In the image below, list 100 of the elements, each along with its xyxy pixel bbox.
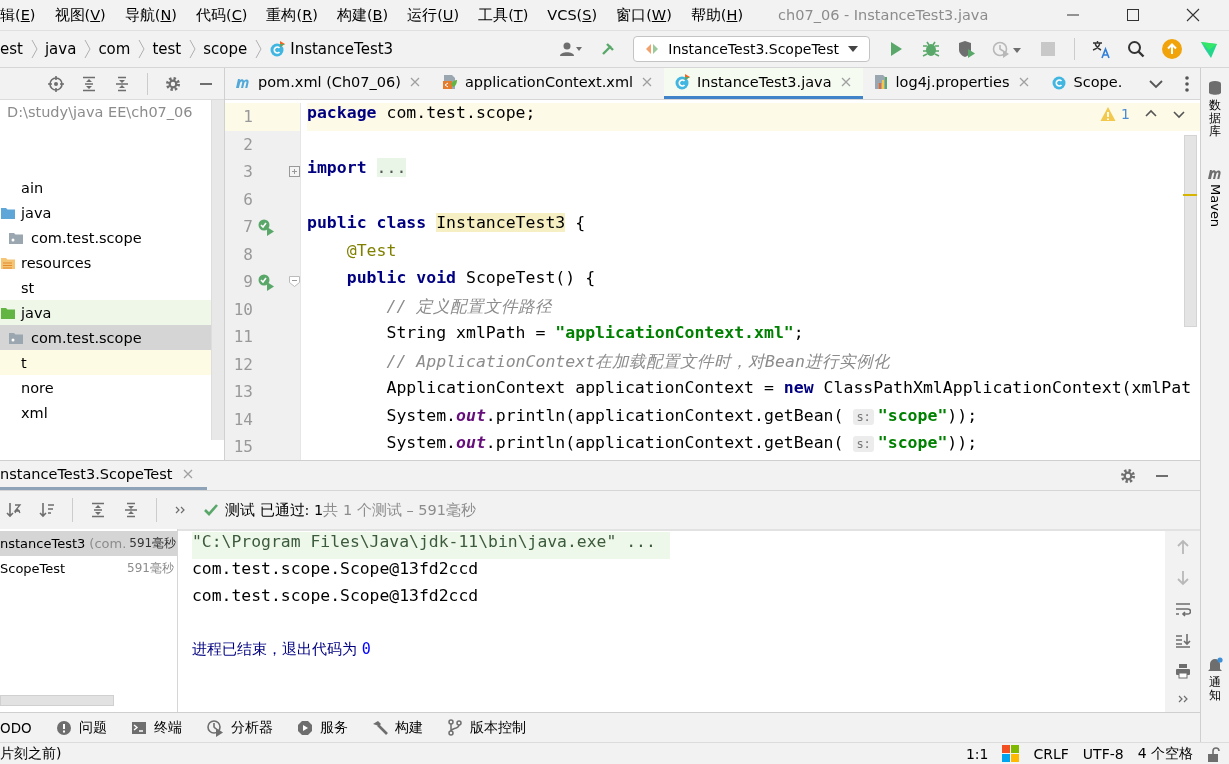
tool-window-tab[interactable]: 服务	[296, 718, 361, 737]
breadcrumb[interactable]: java	[44, 40, 77, 58]
breadcrumb[interactable]: com	[98, 40, 131, 58]
soft-wrap-icon[interactable]	[1174, 601, 1191, 617]
menu-item[interactable]: 视图(V)	[54, 5, 106, 25]
editor-tab[interactable]: log4j.properties	[862, 68, 1041, 99]
sort-duration-icon[interactable]	[39, 502, 55, 518]
profiler-icon	[205, 718, 224, 737]
tree-item[interactable]: nore	[0, 375, 212, 400]
menu-item[interactable]: VCS(S)	[547, 7, 598, 23]
scrollbar[interactable]	[1184, 135, 1197, 327]
tree-item[interactable]: xml	[0, 400, 212, 425]
fold-collapse-icon[interactable]	[289, 276, 300, 288]
tool-window-tab[interactable]: ODO	[0, 719, 45, 736]
hammer-icon	[371, 719, 388, 736]
scrollbar[interactable]	[211, 100, 224, 440]
code-line: // 定义配置文件路径	[385, 295, 554, 318]
breadcrumb[interactable]: test	[152, 40, 182, 58]
tool-window-tab[interactable]: 终端	[130, 718, 195, 737]
tree-item[interactable]: com.test.scope	[0, 225, 212, 250]
expand-all-icon[interactable]	[81, 75, 97, 92]
run-test-icon[interactable]	[256, 217, 275, 236]
tool-window-tab[interactable]: 数据库	[1207, 80, 1223, 139]
line-separator[interactable]: CRLF	[1033, 745, 1069, 762]
tree-item[interactable]: java	[0, 200, 212, 225]
indent-setting[interactable]: 4 个空格	[1137, 744, 1193, 763]
tool-window-tab[interactable]: 构建	[371, 718, 436, 737]
code-line: ApplicationContext applicationContext = new ClassPathXmlApplicationContext(xmlPat	[385, 378, 1193, 399]
run-tab[interactable]: nstanceTest3.ScopeTest	[0, 461, 207, 490]
breadcrumb[interactable]: InstanceTest3	[269, 40, 394, 58]
class-icon	[674, 74, 691, 90]
editor-tab[interactable]: Scope.	[1040, 68, 1133, 99]
translate-icon[interactable]	[1092, 39, 1110, 59]
menu-item[interactable]: 运行(U)	[407, 5, 460, 25]
more-actions-icon[interactable]	[1176, 694, 1189, 704]
tree-item[interactable]: st	[0, 275, 212, 300]
line-number: 7	[242, 217, 253, 237]
debug-icon[interactable]	[922, 40, 940, 58]
scroll-to-end-icon[interactable]	[1174, 632, 1191, 648]
class-icon	[1050, 74, 1067, 90]
breadcrumb[interactable]: scope	[203, 40, 248, 58]
fold-expand-icon[interactable]	[289, 166, 300, 178]
breadcrumb[interactable]: est	[0, 40, 23, 58]
warning-marker[interactable]	[1183, 194, 1197, 196]
menu-item[interactable]: 工具(T)	[478, 5, 529, 25]
search-icon[interactable]	[1127, 40, 1145, 58]
editor-tab[interactable]: applicationContext.xml	[431, 68, 665, 99]
more-icon[interactable]	[1184, 74, 1190, 93]
collapse-all-icon[interactable]	[123, 502, 139, 518]
print-icon[interactable]	[1174, 663, 1191, 679]
sort-alpha-icon[interactable]	[6, 502, 22, 518]
close-icon[interactable]	[1185, 7, 1201, 23]
windows-icon[interactable]	[1002, 745, 1020, 762]
tree-item[interactable]: com.test.scope	[0, 325, 212, 350]
services-icon	[296, 719, 313, 736]
test-tree-item[interactable]: nstanceTest3 (com. 591毫秒	[0, 531, 177, 556]
menu-item[interactable]: 帮助(H)	[690, 5, 744, 25]
menu-item[interactable]: 重构(R)	[266, 5, 318, 25]
settings-icon[interactable]	[1120, 467, 1136, 484]
editor-tab[interactable]: InstanceTest3.java	[664, 68, 863, 99]
line-number: 13	[232, 382, 253, 402]
run-test-icon[interactable]	[256, 272, 275, 291]
line-number: 14	[232, 409, 253, 429]
settings-icon[interactable]	[165, 75, 181, 92]
profiler-icon[interactable]	[992, 40, 1022, 58]
menu-item[interactable]: 窗口(W)	[616, 5, 672, 25]
file-encoding[interactable]: UTF-8	[1082, 745, 1124, 762]
editor-tab[interactable]: pom.xml (Ch07_06)	[225, 68, 432, 99]
tool-window-tab[interactable]: 分析器	[205, 718, 286, 737]
test-tree-item[interactable]: ScopeTest 591毫秒	[0, 556, 177, 581]
locate-icon[interactable]	[48, 75, 64, 92]
line-number: 1	[242, 107, 253, 127]
menu-item[interactable]: 导航(N)	[124, 5, 177, 25]
menu-item[interactable]: 代码(C)	[196, 5, 248, 25]
tool-window-tab[interactable]: 版本控制	[446, 718, 539, 737]
tool-window-tab[interactable]: Maven	[1207, 164, 1223, 227]
code-line: public void ScopeTest() {	[345, 268, 597, 289]
collapse-all-icon[interactable]	[114, 75, 130, 92]
menu-item[interactable]: 构建(B)	[336, 5, 389, 25]
scrollbar[interactable]	[0, 695, 114, 706]
maximize-icon[interactable]	[1125, 7, 1141, 23]
chevron-icon	[137, 39, 146, 59]
tool-window-tab[interactable]: 通知	[1207, 656, 1223, 702]
tree-item[interactable]: ain	[0, 175, 212, 200]
line-number: 3	[242, 162, 253, 182]
tree-item[interactable]: t	[0, 350, 212, 375]
expand-all-icon[interactable]	[90, 502, 106, 518]
menu-item[interactable]: 辑(E)	[0, 5, 36, 25]
caret-position[interactable]: 1:1	[965, 745, 989, 762]
chevron-icon	[83, 39, 92, 59]
user-icon[interactable]	[559, 41, 584, 57]
caret-icon[interactable]	[847, 45, 859, 53]
run-configuration-dropdown[interactable]: InstanceTest3.ScopeTest	[633, 36, 870, 62]
tree-item[interactable]: java	[0, 300, 212, 325]
bell-icon	[1207, 656, 1223, 673]
tool-window-tab[interactable]: 问题	[55, 718, 120, 737]
lock-icon[interactable]	[1207, 745, 1221, 762]
tree-item[interactable]: resources	[0, 250, 212, 275]
coverage-icon[interactable]	[957, 40, 975, 58]
test-summary: 共 1 个测试 – 591毫秒	[323, 500, 476, 520]
